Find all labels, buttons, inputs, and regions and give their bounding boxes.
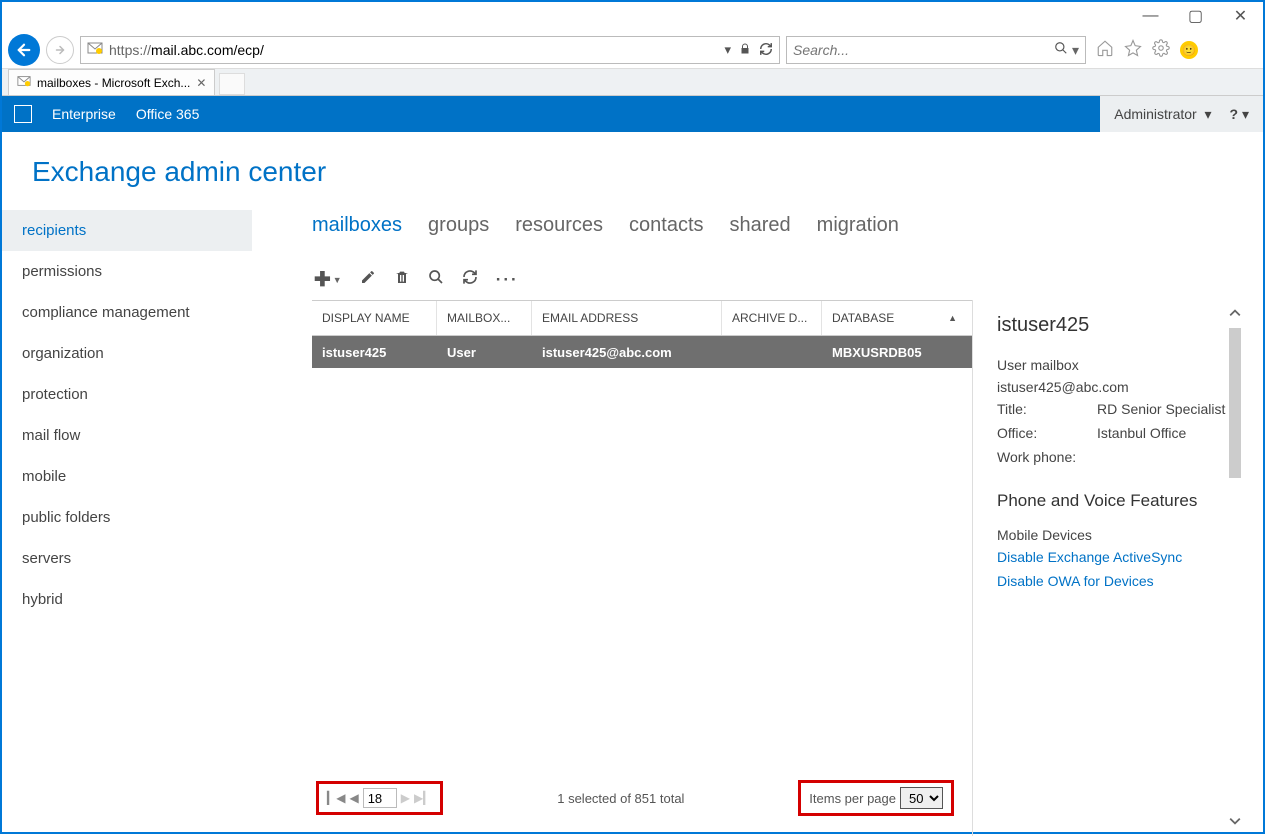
sidebar-item-mail-flow[interactable]: mail flow: [2, 415, 252, 456]
details-title-value: RD Senior Specialist: [1097, 401, 1225, 417]
tab-groups[interactable]: groups: [428, 214, 489, 237]
cell-archive: [722, 336, 822, 368]
details-section-phone: Phone and Voice Features: [997, 491, 1229, 511]
tab-close-icon[interactable]: ✕: [196, 76, 206, 90]
search-icon[interactable]: ▾: [1054, 41, 1079, 59]
details-title-label: Title:: [997, 401, 1097, 417]
sidebar-item-hybrid[interactable]: hybrid: [2, 579, 252, 620]
sidebar-item-servers[interactable]: servers: [2, 538, 252, 579]
window-minimize-button[interactable]: —: [1128, 2, 1173, 30]
table-header: DISPLAY NAME MAILBOX... EMAIL ADDRESS AR…: [312, 300, 972, 336]
details-office-label: Office:: [997, 425, 1097, 441]
cell-email: istuser425@abc.com: [532, 336, 722, 368]
scrollbar-thumb[interactable]: [1229, 328, 1241, 478]
col-email[interactable]: EMAIL ADDRESS: [532, 301, 722, 335]
search-button[interactable]: [428, 269, 444, 290]
nav-enterprise[interactable]: Enterprise: [52, 106, 116, 122]
pager-prev-icon[interactable]: ◀: [349, 791, 358, 805]
pager: ▎◀ ◀ ▶ ▶▎: [316, 781, 443, 815]
pager-page-input[interactable]: [363, 788, 397, 808]
search-bar[interactable]: ▾: [786, 36, 1086, 64]
details-name: istuser425: [997, 314, 1229, 337]
forward-button[interactable]: [46, 36, 74, 64]
browser-tabbar: mailboxes - Microsoft Exch... ✕: [2, 68, 1263, 96]
window-close-button[interactable]: ✕: [1218, 2, 1263, 30]
tab-resources[interactable]: resources: [515, 214, 603, 237]
details-type: User mailbox: [997, 357, 1229, 373]
items-per-page-select[interactable]: 50: [900, 787, 943, 809]
sidebar-item-recipients[interactable]: recipients: [2, 210, 252, 251]
scroll-down-icon[interactable]: [1229, 814, 1241, 830]
address-bar[interactable]: https://mail.abc.com/ecp/ ▾: [80, 36, 780, 64]
sidebar-item-organization[interactable]: organization: [2, 333, 252, 374]
feedback-smile-icon[interactable]: 🙂: [1180, 41, 1198, 59]
main-panel: mailboxes groups resources contacts shar…: [252, 210, 1263, 836]
site-icon: [87, 40, 103, 61]
col-database[interactable]: DATABASE▲: [822, 301, 967, 335]
edit-button[interactable]: [360, 269, 376, 290]
favorites-icon[interactable]: [1124, 39, 1142, 62]
add-button[interactable]: ✚▼: [314, 267, 342, 292]
selection-status: 1 selected of 851 total: [443, 791, 798, 806]
url-dropdown-icon[interactable]: ▾: [724, 42, 731, 58]
back-button[interactable]: [8, 34, 40, 66]
cell-database: MBXUSRDB05: [822, 336, 967, 368]
browser-tab[interactable]: mailboxes - Microsoft Exch... ✕: [8, 69, 215, 95]
refresh-icon[interactable]: [759, 42, 773, 59]
delete-button[interactable]: [394, 269, 410, 290]
window-titlebar: — ▢ ✕: [2, 2, 1263, 32]
sidebar-item-permissions[interactable]: permissions: [2, 251, 252, 292]
sort-asc-icon: ▲: [948, 313, 957, 323]
settings-gear-icon[interactable]: [1152, 39, 1170, 62]
tab-shared[interactable]: shared: [730, 214, 791, 237]
details-workphone-label: Work phone:: [997, 449, 1097, 465]
details-office-value: Istanbul Office: [1097, 425, 1186, 441]
tab-migration[interactable]: migration: [817, 214, 899, 237]
pager-next-icon[interactable]: ▶: [401, 791, 410, 805]
details-email: istuser425@abc.com: [997, 379, 1229, 395]
page-title: Exchange admin center: [2, 132, 1263, 210]
browser-navbar: https://mail.abc.com/ecp/ ▾ ▾ 🙂: [2, 32, 1263, 68]
link-disable-owa-devices[interactable]: Disable OWA for Devices: [997, 573, 1229, 589]
toolbar: ✚▼ ···: [312, 257, 1243, 300]
pager-first-icon[interactable]: ▎◀: [327, 791, 345, 805]
tab-mailboxes[interactable]: mailboxes: [312, 214, 402, 237]
cell-display-name: istuser425: [312, 336, 437, 368]
sidebar-item-public-folders[interactable]: public folders: [2, 497, 252, 538]
more-button[interactable]: ···: [496, 270, 519, 290]
url-text: https://mail.abc.com/ecp/: [109, 42, 718, 58]
sidebar: recipients permissions compliance manage…: [2, 210, 252, 836]
lock-icon: [739, 43, 751, 58]
cell-mailbox-type: User: [437, 336, 532, 368]
table-row[interactable]: istuser425 User istuser425@abc.com MBXUS…: [312, 336, 972, 368]
sidebar-item-compliance[interactable]: compliance management: [2, 292, 252, 333]
tab-contacts[interactable]: contacts: [629, 214, 703, 237]
help-menu[interactable]: ? ▾: [1230, 106, 1249, 123]
sidebar-item-mobile[interactable]: mobile: [2, 456, 252, 497]
sub-tab-bar: mailboxes groups resources contacts shar…: [312, 210, 1243, 257]
tab-favicon: [17, 74, 31, 91]
table-footer: ▎◀ ◀ ▶ ▶▎ 1 selected of 851 total Items …: [310, 770, 970, 826]
window-maximize-button[interactable]: ▢: [1173, 2, 1218, 30]
details-pane: istuser425 User mailbox istuser425@abc.c…: [972, 300, 1243, 836]
items-per-page-label: Items per page: [809, 791, 896, 806]
items-per-page: Items per page 50: [798, 780, 954, 816]
new-tab-button[interactable]: [219, 73, 245, 95]
refresh-button[interactable]: [462, 269, 478, 290]
col-archive[interactable]: ARCHIVE D...: [722, 301, 822, 335]
home-icon[interactable]: [1096, 39, 1114, 62]
sidebar-item-protection[interactable]: protection: [2, 374, 252, 415]
office-app-icon[interactable]: [14, 105, 32, 123]
scroll-up-icon[interactable]: [1229, 306, 1241, 322]
link-disable-activesync[interactable]: Disable Exchange ActiveSync: [997, 549, 1229, 565]
col-display-name[interactable]: DISPLAY NAME: [312, 301, 437, 335]
col-mailbox-type[interactable]: MAILBOX...: [437, 301, 532, 335]
o365-top-bar: Enterprise Office 365 Administrator ▾ ? …: [2, 96, 1263, 132]
admin-user-menu[interactable]: Administrator ▾: [1114, 106, 1211, 123]
tab-title: mailboxes - Microsoft Exch...: [37, 76, 190, 90]
nav-office365[interactable]: Office 365: [136, 106, 200, 122]
details-mobile-devices: Mobile Devices: [997, 527, 1229, 543]
pager-last-icon[interactable]: ▶▎: [414, 791, 432, 805]
search-input[interactable]: [793, 42, 1054, 58]
